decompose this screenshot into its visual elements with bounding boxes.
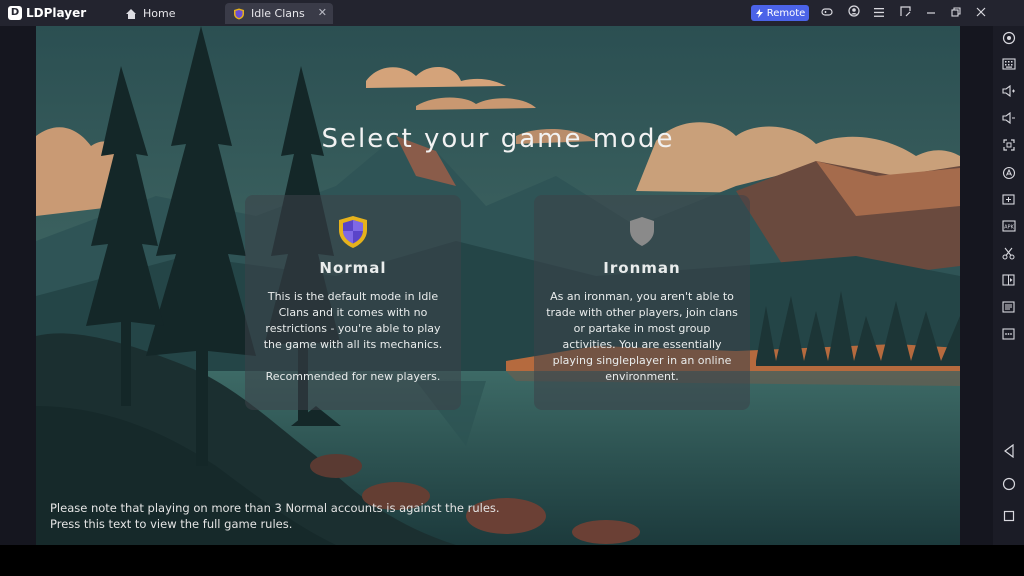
emulator-toolbar: APK: [993, 26, 1024, 545]
remote-icon: [755, 8, 763, 18]
restore-icon[interactable]: [947, 4, 965, 22]
tab-home-label: Home: [143, 7, 176, 20]
remote-button[interactable]: Remote: [751, 5, 809, 21]
landscape-background: [36, 26, 960, 545]
tab-idle-clans-label: Idle Clans: [251, 7, 305, 20]
recent-apps-icon[interactable]: [1000, 510, 1017, 527]
add-app-icon[interactable]: [1000, 193, 1017, 210]
back-icon[interactable]: [1000, 443, 1017, 461]
game-viewport: Select your game mode Normal This is the…: [36, 26, 960, 545]
multi-instance-icon[interactable]: [1000, 274, 1017, 291]
mode-card-normal[interactable]: Normal This is the default mode in Idle …: [245, 195, 461, 410]
mode-description-normal: This is the default mode in Idle Clans a…: [263, 290, 443, 383]
gamepad-icon[interactable]: [818, 4, 836, 22]
apk-label: APK: [1004, 225, 1014, 231]
apk-icon[interactable]: APK: [1000, 220, 1017, 237]
game-shield-icon: [234, 8, 244, 19]
tab-home[interactable]: Home: [118, 3, 222, 24]
title-bar: D LDPlayer Home Idle Clans ✕ Remote: [0, 0, 1024, 26]
mode-name-normal: Normal: [319, 259, 387, 277]
bottom-strip: [0, 545, 1024, 576]
scissors-icon[interactable]: [1000, 247, 1017, 264]
account-icon[interactable]: [845, 4, 863, 22]
game-rules-link[interactable]: Please note that playing on more than 3 …: [50, 500, 550, 532]
home-circle-icon[interactable]: [1000, 477, 1017, 494]
ldplayer-logo: D LDPlayer: [8, 4, 86, 22]
volume-up-icon[interactable]: [1000, 84, 1017, 102]
ldplayer-logo-mark: D: [8, 6, 22, 20]
home-icon: [126, 8, 137, 19]
close-icon[interactable]: [972, 4, 990, 22]
mode-description-ironman: As an ironman, you aren't able to trade …: [546, 290, 738, 383]
settings-icon[interactable]: [1000, 31, 1017, 48]
mode-name-ironman: Ironman: [603, 259, 681, 277]
ironman-shield-icon: [630, 217, 654, 246]
fullscreen-icon[interactable]: [1000, 139, 1017, 156]
mode-card-ironman[interactable]: Ironman As an ironman, you aren't able t…: [534, 195, 750, 410]
volume-down-icon[interactable]: [1000, 111, 1017, 129]
keyboard-icon[interactable]: [1000, 58, 1017, 75]
menu-icon[interactable]: [870, 4, 888, 22]
remote-label: Remote: [766, 7, 806, 19]
minimize-icon[interactable]: [922, 4, 940, 22]
normal-shield-icon: [339, 216, 367, 248]
resize-icon[interactable]: [896, 4, 914, 22]
tab-idle-clans[interactable]: Idle Clans ✕: [225, 3, 333, 24]
app-name: LDPlayer: [26, 6, 87, 20]
tab-close-icon[interactable]: ✕: [318, 6, 327, 19]
operation-record-icon[interactable]: [1000, 301, 1017, 318]
emulator-window: D LDPlayer Home Idle Clans ✕ Remote Sele…: [0, 0, 1024, 576]
sync-icon[interactable]: [1000, 166, 1017, 183]
more-icon[interactable]: [1000, 328, 1017, 345]
page-title: Select your game mode: [321, 124, 675, 154]
